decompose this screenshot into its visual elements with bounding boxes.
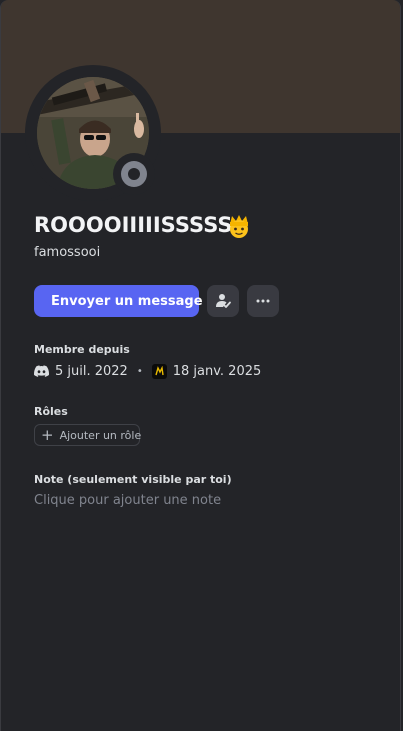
discord-logo-icon [34, 365, 49, 377]
user-check-icon [216, 294, 231, 308]
add-role-button[interactable]: + Ajouter un rôle [34, 424, 142, 446]
date-separator: • [136, 365, 143, 377]
discord-join-date: 5 juil. 2022 [55, 363, 128, 379]
note-input[interactable]: Clique pour ajouter une note [34, 493, 221, 508]
display-name: ROOOOIIIIISSSSS [34, 213, 233, 237]
send-message-label: Envoyer un message [51, 293, 203, 309]
more-options-button[interactable] [247, 285, 279, 317]
offline-status-icon [121, 161, 147, 187]
server-icon [151, 363, 167, 379]
user-profile-panel: ROOOOIIIIISSSSS famossooi Envoyer un mes… [0, 0, 401, 731]
send-message-button[interactable]: Envoyer un message [34, 285, 203, 317]
member-since-title: Membre depuis [34, 343, 130, 356]
ellipsis-icon [256, 299, 270, 303]
member-since-row: 5 juil. 2022 • 18 janv. 2025 [34, 362, 261, 380]
note-title: Note (seulement visible par toi) [34, 473, 232, 486]
friend-status-button[interactable] [207, 285, 239, 317]
add-role-label: Ajouter un rôle [59, 428, 142, 442]
plus-icon: + [41, 425, 54, 444]
crown-face-emoji-icon [230, 215, 248, 238]
roles-title: Rôles [34, 405, 68, 418]
server-logo-icon [155, 365, 164, 375]
username: famossooi [34, 245, 101, 260]
server-join-date: 18 janv. 2025 [172, 363, 262, 379]
